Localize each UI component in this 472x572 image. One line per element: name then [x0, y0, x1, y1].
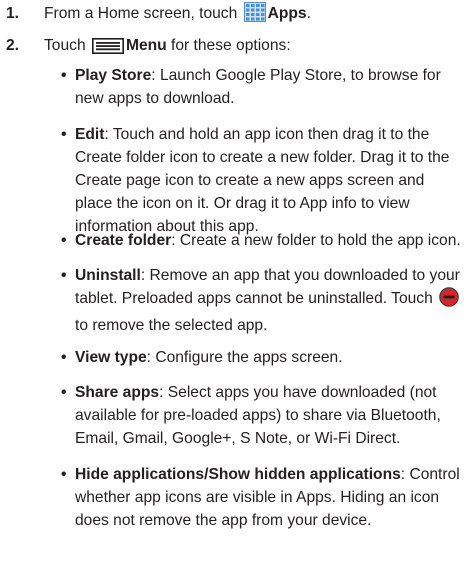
- option-term: Share apps: [75, 384, 160, 401]
- option-term: Create folder: [75, 232, 172, 249]
- option-term: Play Store: [75, 67, 152, 84]
- bullet: •: [61, 384, 67, 401]
- menu-icon: [91, 38, 124, 61]
- bullet: •: [61, 349, 67, 366]
- bullet: •: [61, 126, 67, 143]
- option-description: : Create a new folder to hold the app ic…: [171, 232, 461, 249]
- document-page: 1. From a Home screen, touch Apps. 2. To…: [0, 0, 472, 572]
- bullet: •: [61, 67, 67, 84]
- remove-minus-icon: [439, 287, 459, 314]
- menu-label: Menu: [125, 37, 167, 54]
- bullet: •: [61, 466, 67, 483]
- option-term: Uninstall: [75, 267, 141, 284]
- apps-label: Apps: [267, 5, 307, 22]
- option-term: View type: [75, 349, 147, 366]
- step-number: 2.: [6, 37, 20, 54]
- option-description: : Configure the apps screen.: [146, 349, 343, 366]
- bullet: •: [61, 232, 67, 249]
- option-term: Edit: [75, 126, 105, 143]
- apps-grid-icon: [243, 2, 266, 29]
- step-text: From a Home screen, touch Apps.: [44, 2, 466, 29]
- step-number: 1.: [6, 5, 20, 22]
- option-description: : Touch and hold an app icon then drag i…: [75, 126, 450, 235]
- option-term: Hide applications/Show hidden applicatio…: [75, 466, 401, 483]
- step-text: Touch Menu for these options:: [44, 34, 466, 61]
- bullet: •: [61, 267, 67, 284]
